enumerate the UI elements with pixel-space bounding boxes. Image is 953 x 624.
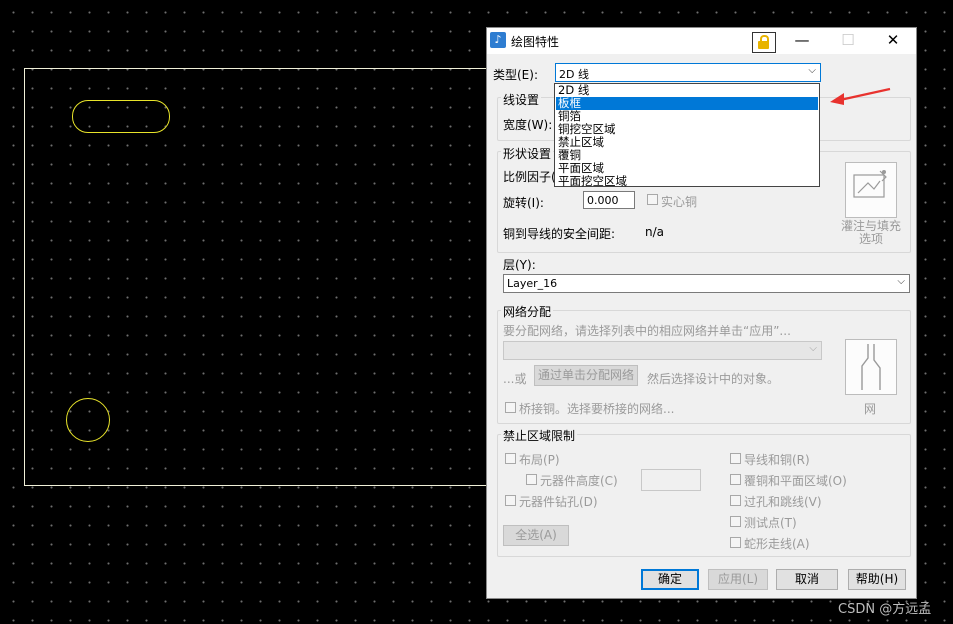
rotation-label: 旋转(I):: [503, 196, 544, 210]
bridge-copper-label: 桥接铜。选择要桥接的网络...: [519, 402, 675, 416]
scale-factor-label: 比例因子(: [503, 170, 556, 184]
traces-copper-label: 导线和铜(R): [744, 453, 810, 467]
lock-icon[interactable]: [752, 32, 776, 53]
copper-pour-plane-checkbox[interactable]: [730, 474, 741, 485]
layer-select-value: Layer_16: [507, 277, 558, 290]
type-option-plane-cutout[interactable]: 平面挖空区域: [556, 175, 818, 188]
net-button-label: 网: [864, 402, 877, 416]
app-icon: ♪: [490, 32, 506, 48]
width-label: 宽度(W):: [503, 118, 553, 132]
type-label: 类型(E):: [493, 68, 538, 82]
watermark-text: CSDN @方远孟: [838, 602, 932, 617]
minimize-button[interactable]: —: [779, 28, 825, 54]
placement-checkbox[interactable]: [505, 453, 516, 464]
ok-button[interactable]: 确定: [641, 569, 699, 590]
solid-copper-label: 实心铜: [661, 195, 698, 209]
close-button[interactable]: ✕: [870, 28, 916, 54]
type-select[interactable]: 2D 线 ⌵: [555, 63, 821, 82]
net-assign-hint: 要分配网络，请选择列表中的相应网络并单击“应用”...: [503, 324, 791, 338]
slot-cutout-shape: [72, 100, 170, 133]
traces-copper-checkbox[interactable]: [730, 453, 741, 464]
select-all-button[interactable]: 全选(A): [503, 525, 569, 546]
type-option-board-outline[interactable]: 板框: [556, 97, 818, 110]
chevron-down-icon: ⌵: [809, 343, 817, 354]
clearance-value: n/a: [645, 225, 665, 239]
serpentine-label: 蛇形走线(A): [744, 537, 810, 551]
test-points-label: 测试点(T): [744, 516, 797, 530]
type-option-2d-line[interactable]: 2D 线: [556, 84, 818, 97]
layer-select[interactable]: Layer_16 ⌵: [503, 274, 910, 293]
component-height-input[interactable]: [641, 469, 701, 491]
cancel-button[interactable]: 取消: [776, 569, 838, 590]
component-drill-checkbox[interactable]: [505, 495, 516, 506]
chevron-down-icon: ⌵: [897, 276, 905, 287]
net-select[interactable]: ⌵: [503, 341, 822, 360]
component-drill-label: 元器件钻孔(D): [519, 495, 598, 509]
copper-pour-plane-label: 覆铜和平面区域(O): [744, 474, 847, 488]
chevron-down-icon: ⌵: [808, 65, 816, 76]
type-dropdown-list: 2D 线 板框 铜箔 铜挖空区域 禁止区域 覆铜 平面区域 平面挖空区域: [554, 83, 820, 188]
then-select-label: 然后选择设计中的对象。: [647, 372, 780, 386]
net-assignment-label: 网络分配: [501, 303, 554, 320]
clearance-label: 铜到导线的安全间距:: [503, 227, 616, 241]
shape-settings-label: 形状设置: [501, 145, 554, 162]
serpentine-checkbox[interactable]: [730, 537, 741, 548]
type-select-value: 2D 线: [559, 68, 589, 81]
vias-jumpers-checkbox[interactable]: [730, 495, 741, 506]
bridge-copper-checkbox[interactable]: [505, 402, 516, 413]
annotation-arrow-icon: [830, 87, 891, 105]
placement-label: 布局(P): [519, 453, 560, 467]
apply-button[interactable]: 应用(L): [708, 569, 768, 590]
maximize-button[interactable]: ☐: [825, 28, 871, 54]
title-bar[interactable]: ♪ 绘图特性 — ☐ ✕: [487, 28, 916, 54]
or-label: ...或: [503, 372, 527, 386]
flood-fill-label: 灌注与填充 选项: [840, 219, 901, 246]
flood-fill-icon: [853, 170, 887, 198]
type-option-keepout[interactable]: 禁止区域: [556, 136, 818, 149]
component-height-label: 元器件高度(C): [540, 474, 618, 488]
line-settings-label: 线设置: [501, 91, 542, 108]
assign-net-by-click-button[interactable]: 通过单击分配网络: [534, 365, 638, 386]
mounting-hole-shape: [66, 398, 110, 442]
vias-jumpers-label: 过孔和跳线(V): [744, 495, 822, 509]
help-button[interactable]: 帮助(H): [848, 569, 906, 590]
component-height-checkbox[interactable]: [526, 474, 537, 485]
net-button[interactable]: [845, 339, 897, 395]
test-points-checkbox[interactable]: [730, 516, 741, 527]
rotation-input[interactable]: 0.000: [583, 191, 635, 209]
flood-fill-options-button[interactable]: [845, 162, 897, 218]
solid-copper-checkbox[interactable]: [647, 194, 658, 205]
keepout-restrictions-label: 禁止区域限制: [501, 427, 578, 444]
net-trace-icon: [861, 344, 881, 390]
layer-label: 层(Y):: [503, 258, 536, 272]
dialog-title: 绘图特性: [511, 35, 560, 49]
